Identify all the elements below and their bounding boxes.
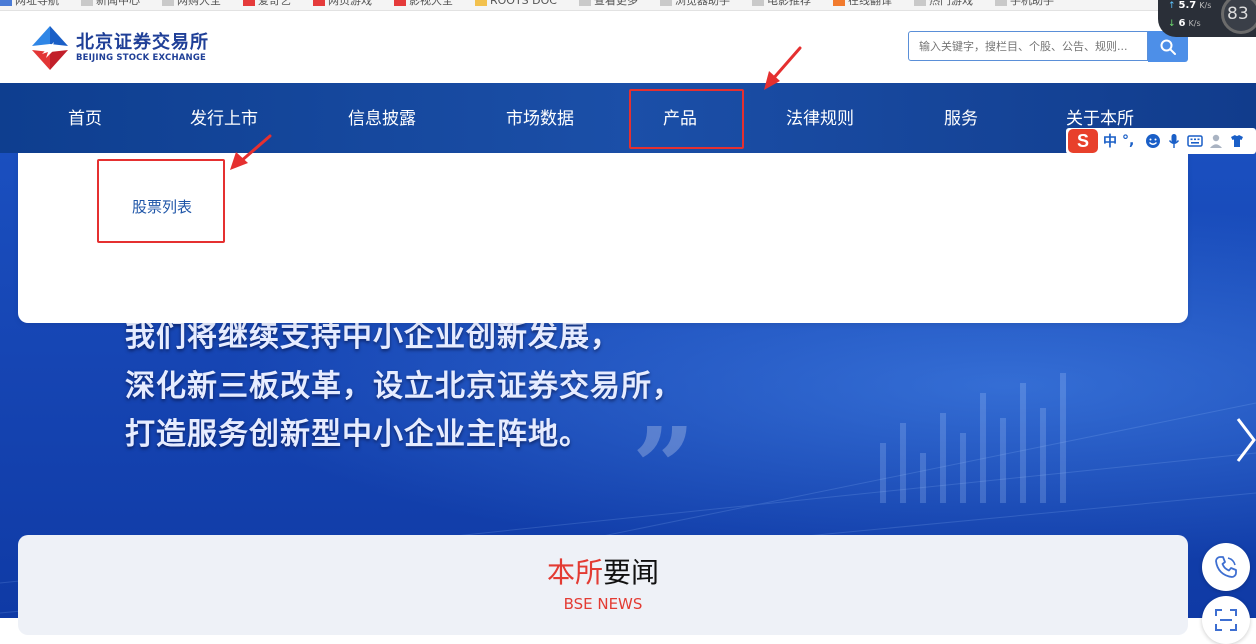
contact-phone-button[interactable] bbox=[1202, 543, 1250, 591]
bookmark-favicon-icon bbox=[659, 0, 672, 6]
bookmark-favicon-icon bbox=[751, 0, 764, 6]
download-unit: K/s bbox=[1188, 19, 1201, 28]
nav-item-services[interactable]: 服务 bbox=[944, 83, 978, 153]
scan-button[interactable] bbox=[1202, 596, 1250, 644]
upload-arrow-icon: ↑ bbox=[1168, 0, 1176, 11]
search-input[interactable] bbox=[908, 31, 1148, 61]
nav-item-rules[interactable]: 法律规则 bbox=[786, 83, 854, 153]
bookmark-favicon-icon bbox=[81, 0, 93, 6]
bookmark-label: 热门游戏 bbox=[928, 0, 973, 7]
nav-item-market-data[interactable]: 市场数据 bbox=[506, 83, 574, 153]
bookmark-item[interactable]: 影视大全 bbox=[394, 0, 453, 7]
download-arrow-icon: ↓ bbox=[1168, 18, 1176, 29]
news-title: 本所要闻 bbox=[18, 551, 1188, 591]
annotation-box-stock-list bbox=[97, 159, 225, 243]
bse-logo-icon bbox=[32, 26, 68, 70]
bookmark-item[interactable]: 新闻中心 bbox=[81, 0, 140, 7]
bookmark-item[interactable]: 浏览器助手 bbox=[659, 0, 730, 7]
bookmarks-bar: 网址导航 新闻中心 网购大全 爱奇艺 网页游戏 影视大全 ROOTS DOC 查看更多 浏览器助… bbox=[0, 0, 1256, 11]
bookmark-item[interactable]: 热门游戏 bbox=[913, 0, 973, 7]
bookmark-label: 在线翻译 bbox=[847, 0, 892, 7]
bookmark-label: 网页游戏 bbox=[328, 0, 372, 7]
bookmark-label: 新闻中心 bbox=[96, 0, 140, 7]
usage-percent: 83 bbox=[1221, 0, 1256, 34]
bookmark-label: 电影推荐 bbox=[766, 0, 811, 7]
bookmark-favicon-icon bbox=[578, 0, 591, 6]
bookmark-favicon-icon bbox=[394, 0, 406, 6]
ime-toolbar: S 中 °, bbox=[1066, 128, 1256, 154]
site-logo[interactable]: 北京证券交易所 BEIJING STOCK EXCHANGE bbox=[30, 24, 210, 72]
bookmark-label: 浏览器助手 bbox=[674, 0, 730, 7]
annotation-box-products bbox=[629, 89, 744, 149]
bookmark-item[interactable]: 网址导航 bbox=[0, 0, 59, 7]
network-speed-widget: ↑ 5.7 K/s ↓ 6 K/s 83 bbox=[1158, 0, 1256, 37]
bookmark-label: 影视大全 bbox=[409, 0, 453, 7]
news-subtitle: BSE NEWS bbox=[563, 595, 643, 613]
bookmark-item[interactable]: 爱奇艺 bbox=[243, 0, 291, 7]
bookmark-favicon-icon bbox=[313, 0, 325, 6]
bookmark-item[interactable]: 在线翻译 bbox=[832, 0, 892, 7]
emoji-icon[interactable] bbox=[1145, 133, 1161, 149]
hero-text-line-3: 打造服务创新型中小企业主阵地。 bbox=[125, 417, 590, 452]
bookmark-favicon-icon bbox=[475, 0, 487, 6]
microphone-icon[interactable] bbox=[1166, 133, 1182, 149]
bookmark-label: 网购大全 bbox=[177, 0, 221, 7]
news-title-black: 要闻 bbox=[603, 556, 660, 589]
search-icon bbox=[1160, 39, 1176, 55]
scan-icon bbox=[1215, 609, 1237, 631]
upload-speed: ↑ 5.7 K/s bbox=[1168, 0, 1211, 11]
news-title-red: 本所 bbox=[546, 556, 603, 589]
quote-mark-icon: ” bbox=[632, 403, 696, 532]
ime-language-toggle[interactable]: 中 bbox=[1103, 131, 1117, 151]
user-icon[interactable] bbox=[1208, 133, 1224, 149]
keyboard-icon[interactable] bbox=[1187, 133, 1203, 149]
logo-name-en: BEIJING STOCK EXCHANGE bbox=[76, 52, 207, 63]
bookmark-item[interactable]: 网页游戏 bbox=[313, 0, 372, 7]
bookmark-item[interactable]: ROOTS DOC bbox=[475, 0, 557, 7]
annotation-arrow-icon bbox=[230, 134, 272, 170]
upload-unit: K/s bbox=[1199, 1, 1212, 10]
bookmark-label: ROOTS DOC bbox=[490, 0, 557, 7]
ime-punctuation-toggle[interactable]: °, bbox=[1122, 133, 1140, 149]
bookmark-label: 查看更多 bbox=[593, 0, 638, 7]
nav-item-disclosure[interactable]: 信息披露 bbox=[348, 83, 416, 153]
logo-name-cn: 北京证券交易所 bbox=[76, 31, 209, 53]
download-value: 6 bbox=[1178, 18, 1186, 29]
nav-item-home[interactable]: 首页 bbox=[68, 83, 102, 153]
bookmark-label: 手机助手 bbox=[1009, 0, 1054, 7]
bookmark-favicon-icon bbox=[243, 0, 255, 6]
site-header: 北京证券交易所 BEIJING STOCK EXCHANGE bbox=[0, 11, 1256, 83]
phone-icon bbox=[1215, 556, 1237, 578]
bookmark-favicon-icon bbox=[162, 0, 174, 6]
bookmark-label: 爱奇艺 bbox=[258, 0, 291, 7]
skin-icon[interactable] bbox=[1229, 133, 1245, 149]
bookmark-favicon-icon bbox=[832, 0, 845, 6]
bookmark-item[interactable]: 查看更多 bbox=[578, 0, 638, 7]
news-section: 本所要闻 BSE NEWS bbox=[18, 535, 1188, 635]
bookmark-label: 网址导航 bbox=[15, 0, 59, 7]
carousel-next-icon[interactable] bbox=[1234, 415, 1256, 465]
bookmark-favicon-icon bbox=[0, 0, 12, 6]
bookmark-item[interactable]: 手机助手 bbox=[994, 0, 1054, 7]
bookmark-item[interactable]: 网购大全 bbox=[162, 0, 221, 7]
annotation-arrow-icon bbox=[764, 46, 802, 90]
logo-text: 北京证券交易所 BEIJING STOCK EXCHANGE bbox=[76, 31, 209, 64]
bookmark-item[interactable]: 电影推荐 bbox=[751, 0, 811, 7]
bookmark-favicon-icon bbox=[913, 0, 926, 6]
hero-text-line-2: 深化新三板改革，设立北京证券交易所， bbox=[125, 369, 683, 404]
upload-value: 5.7 bbox=[1178, 0, 1197, 11]
ime-logo-icon[interactable]: S bbox=[1068, 129, 1098, 153]
bookmark-favicon-icon bbox=[994, 0, 1007, 6]
download-speed: ↓ 6 K/s bbox=[1168, 18, 1201, 29]
